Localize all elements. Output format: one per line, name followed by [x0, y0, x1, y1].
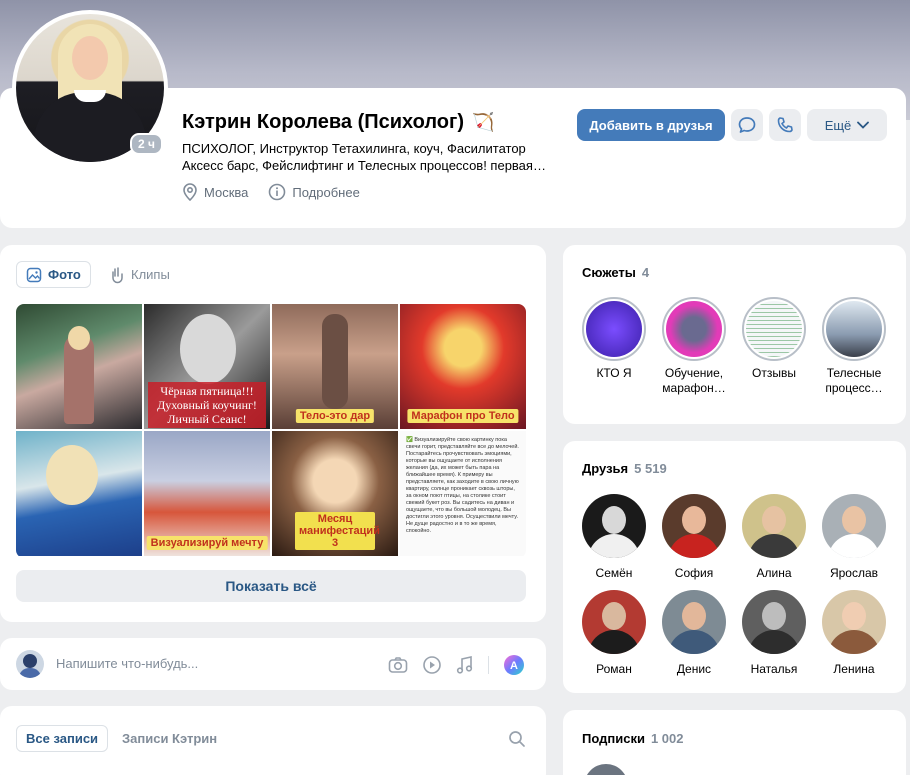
- friend-name: Денис: [676, 662, 712, 676]
- more-info-label: Подробнее: [292, 184, 360, 200]
- location-icon: [183, 183, 197, 201]
- tab-clips[interactable]: Клипы: [100, 261, 179, 288]
- more-button[interactable]: Ещё: [807, 109, 887, 141]
- friend-name: Ленина: [833, 662, 875, 676]
- friends-count: 5 519: [634, 461, 667, 476]
- photo-tile[interactable]: [16, 431, 142, 556]
- tab-all-posts[interactable]: Все записи: [16, 725, 109, 752]
- chevron-down-icon: [857, 121, 870, 129]
- photo-caption: Визуализируй мечту: [146, 536, 268, 550]
- phone-icon: [777, 117, 793, 133]
- info-icon: [269, 183, 286, 201]
- story-caption: Отзывы: [752, 366, 796, 380]
- city-item[interactable]: Москва: [182, 183, 248, 201]
- profile-name: Кэтрин Королева (Психолог) 🏹: [182, 111, 494, 134]
- search-icon[interactable]: [508, 730, 526, 748]
- message-icon: [738, 117, 756, 133]
- online-time-badge: 2 ч: [130, 133, 163, 155]
- photo-tile[interactable]: Месяц манифестаций 3: [272, 431, 398, 556]
- clips-hand-icon: [112, 266, 123, 283]
- tab-photos[interactable]: Фото: [16, 261, 91, 288]
- story-caption: Обучение, марафон…: [662, 366, 726, 395]
- photo-tile[interactable]: Марафон про Тело: [400, 304, 526, 429]
- city-label: Москва: [204, 184, 249, 200]
- composer-divider: [488, 656, 489, 674]
- show-all-photos-button[interactable]: Показать всё: [16, 570, 526, 602]
- story-caption: КТО Я: [596, 366, 632, 380]
- friend-item[interactable]: София: [654, 494, 734, 580]
- stories-title[interactable]: Сюжеты 4: [582, 265, 649, 280]
- photo-tile[interactable]: Тело-это дар: [272, 304, 398, 429]
- photo-tile[interactable]: Визуализируй мечту: [144, 431, 270, 556]
- tab-owner-posts[interactable]: Записи Кэтрин: [113, 725, 226, 752]
- camera-icon[interactable]: [388, 656, 408, 674]
- composer-actions: A: [388, 654, 525, 676]
- message-button[interactable]: [731, 109, 763, 141]
- photo-tile[interactable]: Чёрная пятница!!! Духовный коучинг! Личн…: [144, 304, 270, 429]
- tab-photos-label: Фото: [48, 267, 81, 282]
- friend-name: София: [674, 566, 714, 580]
- friend-item[interactable]: Наталья: [734, 590, 814, 676]
- call-button[interactable]: [769, 109, 801, 141]
- story-item[interactable]: Отзывы: [739, 297, 809, 381]
- subscriptions-title-text: Подписки: [582, 731, 645, 746]
- post-input[interactable]: Напишите что-нибудь...: [56, 656, 198, 671]
- story-item[interactable]: Телесные процесс…: [819, 297, 889, 396]
- photo-caption: Месяц манифестаций 3: [295, 512, 380, 550]
- music-icon[interactable]: [456, 655, 474, 675]
- friend-name: Роман: [596, 662, 632, 676]
- photo-tile[interactable]: [16, 304, 142, 429]
- bow-arrow-emoji: 🏹: [472, 112, 495, 132]
- stories-title-text: Сюжеты: [582, 265, 636, 280]
- friend-item[interactable]: Роман: [574, 590, 654, 676]
- profile-meta: Москва Подробнее: [182, 183, 360, 201]
- ai-assistant-icon[interactable]: A: [503, 654, 525, 676]
- friend-item[interactable]: Ярослав: [814, 494, 894, 580]
- friend-item[interactable]: Денис: [654, 590, 734, 676]
- photo-icon: [26, 267, 42, 282]
- profile-name-text: Кэтрин Королева (Психолог): [182, 111, 465, 133]
- video-icon[interactable]: [422, 655, 442, 675]
- friend-name: Алина: [756, 566, 792, 580]
- photo-caption: ✅ Визуализируйте свою картинку пока свеч…: [406, 437, 519, 534]
- tab-clips-label: Клипы: [131, 267, 170, 282]
- photo-caption: Тело-это дар: [295, 409, 375, 423]
- friend-name: Наталья: [750, 662, 798, 676]
- friends-title[interactable]: Друзья 5 519: [582, 461, 667, 476]
- story-item[interactable]: КТО Я: [579, 297, 649, 381]
- more-button-label: Ещё: [824, 117, 852, 133]
- subscriptions-count: 1 002: [650, 731, 684, 746]
- add-friend-button[interactable]: Добавить в друзья: [577, 109, 725, 141]
- friend-item[interactable]: Ленина: [814, 590, 894, 676]
- friend-item[interactable]: Семён: [574, 494, 654, 580]
- photo-tile[interactable]: ✅ Визуализируйте свою картинку пока свеч…: [400, 431, 526, 556]
- story-caption: Телесные процесс…: [825, 366, 883, 395]
- stories-count: 4: [641, 265, 650, 280]
- friends-title-text: Друзья: [582, 461, 629, 476]
- tab-all-posts-label: Все записи: [26, 731, 99, 746]
- more-info-link[interactable]: Подробнее: [268, 183, 360, 201]
- profile-status[interactable]: ПСИХОЛОГ, Инструктор Тетахилинга, коуч, …: [182, 140, 557, 174]
- story-item[interactable]: Обучение, марафон…: [659, 297, 729, 396]
- friend-item[interactable]: Алина: [734, 494, 814, 580]
- my-avatar[interactable]: [16, 650, 44, 678]
- photo-caption: Марафон про Тело: [407, 409, 519, 423]
- friend-name: Семён: [595, 566, 633, 580]
- photo-grid: Чёрная пятница!!! Духовный коучинг! Личн…: [16, 304, 526, 558]
- photo-caption: Чёрная пятница!!! Духовный коучинг! Личн…: [148, 382, 266, 428]
- friend-name: Ярослав: [829, 566, 879, 580]
- svg-text:A: A: [510, 660, 518, 672]
- tab-owner-posts-label: Записи Кэтрин: [122, 731, 218, 746]
- subscriptions-title[interactable]: Подписки 1 002: [582, 731, 683, 746]
